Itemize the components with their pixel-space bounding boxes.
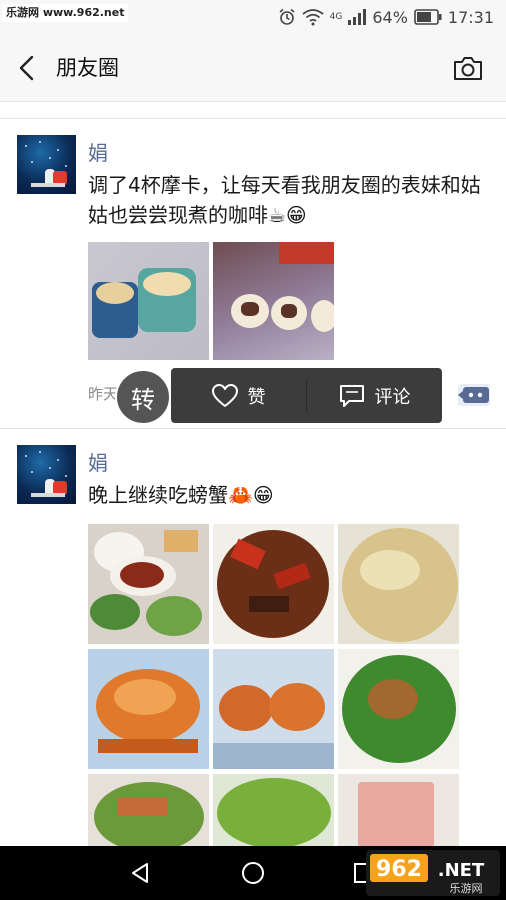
more-dots-icon [458,387,489,403]
camera-icon[interactable] [452,54,484,82]
clock: 17:31 [447,7,494,27]
avatar[interactable] [17,445,76,504]
site-logo-watermark: 962 .NET 乐游网 [366,850,500,896]
network-type-label: 4G [329,11,343,22]
post-time: 昨天 [88,385,119,403]
nav-bar: 朋友圈 [0,34,506,102]
post-photo[interactable] [338,524,459,644]
comment-button[interactable]: 评论 [307,368,442,423]
home-circle-icon[interactable] [241,861,265,885]
post-photo[interactable] [213,524,334,644]
post-photo[interactable] [88,524,209,644]
post-divider [0,428,506,429]
status-bar: 乐游网 www.962.net 4G 64% 17:31 [0,0,506,34]
comment-icon [339,384,364,407]
post-photo[interactable] [88,649,209,769]
post-photo[interactable] [88,242,209,360]
post-photo[interactable] [338,774,459,848]
post-photo[interactable] [213,649,334,769]
post-text: 晚上继续吃螃蟹🦀😁 [88,483,274,507]
post-photo[interactable] [338,649,459,769]
wifi-icon [302,9,324,26]
post-photo[interactable] [88,774,209,848]
battery-percent: 64% [372,7,408,27]
alarm-icon [279,8,295,25]
author-name[interactable]: 娟 [88,450,108,476]
svg-text:962: 962 [376,857,422,882]
avatar[interactable] [17,135,76,194]
status-icons: 4G 64% 17:31 [278,6,494,28]
like-label: 赞 [247,386,266,408]
svg-text:乐游网: 乐游网 [450,882,483,895]
author-name[interactable]: 娟 [88,140,108,166]
signal-icon [348,9,367,25]
heart-icon [211,383,238,407]
battery-icon [414,9,442,25]
back-triangle-icon[interactable] [128,861,152,885]
more-actions-button[interactable] [458,384,490,406]
action-popup: 赞 评论 [171,368,442,423]
post-text: 调了4杯摩卡，让每天看我朋友圈的表妹和姑姑也尝尝现煮的咖啡☕😁 [88,173,481,227]
feed-top-divider [0,118,506,119]
post-photo[interactable] [213,242,334,360]
site-watermark-label: 乐游网 www.962.net [2,4,129,22]
like-button[interactable]: 赞 [171,368,306,423]
comment-label: 评论 [374,386,411,408]
svg-text:.NET: .NET [438,860,485,881]
repost-badge[interactable]: 转 [115,369,171,425]
page-title: 朋友圈 [56,56,119,80]
back-arrow-icon[interactable] [14,54,42,82]
post-photo[interactable] [213,774,334,848]
